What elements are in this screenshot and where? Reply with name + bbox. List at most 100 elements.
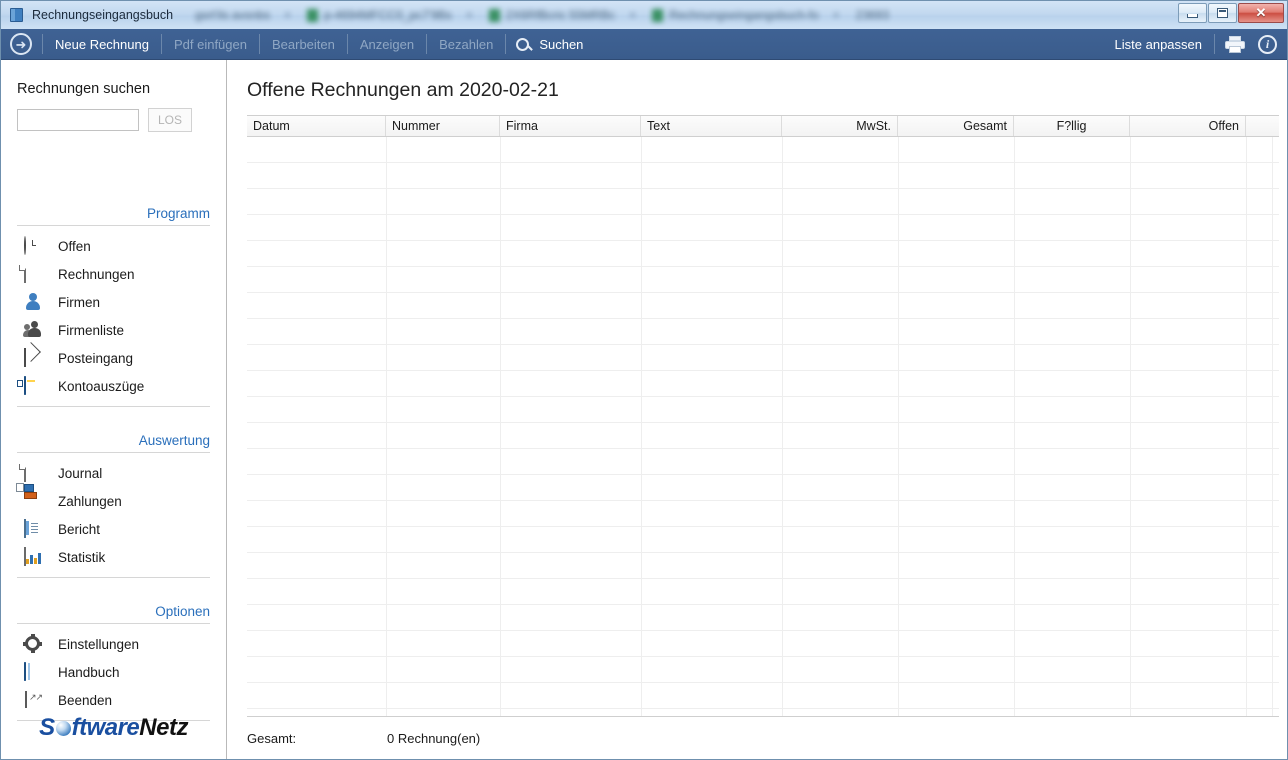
sidebar-item-offen[interactable]: Offen (17, 232, 210, 260)
window-controls: ✕ (1177, 3, 1284, 23)
column-header-mwst[interactable]: MwSt. (782, 116, 898, 136)
sidebar-item-label: Statistik (58, 549, 106, 565)
pdf-icon (488, 8, 500, 22)
minimize-button[interactable] (1178, 3, 1207, 23)
sidebar-item-label: Posteingang (58, 350, 134, 366)
sidebar-item-einstellungen[interactable]: Einstellungen (17, 630, 210, 658)
column-header-nummer[interactable]: Nummer (386, 116, 500, 136)
sidebar-item-journal[interactable]: Journal (17, 459, 210, 487)
footer-total-label: Gesamt: (247, 730, 297, 746)
sidebar-item-posteingang[interactable]: Posteingang (17, 344, 210, 372)
sidebar-item-beenden[interactable]: ↗↗ Beenden (17, 686, 210, 714)
sidebar-item-label: Offen (58, 238, 91, 254)
toolbar-search-button[interactable]: Suchen (516, 37, 585, 52)
document-icon (24, 264, 44, 283)
grid-header-row: Datum Nummer Firma Text MwSt. Gesamt F?l… (247, 115, 1279, 137)
envelope-icon (24, 348, 44, 367)
sidebar-item-firmen[interactable]: Firmen (17, 288, 210, 316)
sidebar: Rechnungen suchen LOS Programm Offen Rec… (1, 60, 227, 759)
sidebar-group-title: Optionen (155, 604, 210, 619)
toolbar-separator (42, 34, 43, 54)
divider (17, 577, 210, 578)
divider (17, 406, 210, 407)
sidebar-item-firmenliste[interactable]: Firmenliste (17, 316, 210, 344)
window-body: Rechnungen suchen LOS Programm Offen Rec… (1, 60, 1287, 759)
column-header-extra[interactable] (1246, 116, 1272, 136)
sidebar-item-label: Bericht (58, 521, 101, 537)
logo-sphere-icon (55, 720, 71, 736)
sidebar-group-title: Auswertung (138, 433, 210, 448)
restore-button[interactable] (1208, 3, 1237, 23)
toolbar-search-label: Suchen (539, 36, 584, 52)
invoice-grid: Datum Nummer Firma Text MwSt. Gesamt F?l… (247, 115, 1279, 716)
grid-footer: Gesamt: 0 Rechnung(en) (247, 717, 1279, 759)
application-window: Rechnungseingangsbuch gsrt'ils avsnbs × … (0, 0, 1288, 760)
sidebar-group-optionen: Optionen Einstellungen Handbuch ↗↗ Beend… (17, 604, 210, 721)
search-icon (516, 37, 530, 51)
column-header-datum[interactable]: Datum (247, 116, 386, 136)
bank-card-icon (17, 376, 44, 395)
chart-icon (24, 547, 44, 566)
document-icon (24, 463, 44, 482)
background-tab[interactable]: p-4694MFCC0_pc7'9Bs × (307, 8, 485, 22)
column-header-gesamt[interactable]: Gesamt (898, 116, 1014, 136)
printer-icon[interactable] (1225, 35, 1245, 53)
sidebar-item-label: Zahlungen (58, 493, 122, 509)
clock-icon (24, 236, 44, 255)
background-tab[interactable]: 23693 (856, 8, 889, 22)
sidebar-item-label: Kontoauszüge (58, 378, 145, 394)
report-icon (24, 519, 44, 538)
close-icon: ✕ (1255, 5, 1267, 20)
person-icon (24, 293, 44, 311)
pdf-icon (307, 8, 319, 22)
background-tab-label: p-4694MFCC0_pc7'9Bs (324, 8, 452, 22)
sidebar-search-row: LOS (17, 108, 210, 132)
title-bar: Rechnungseingangsbuch gsrt'ils avsnbs × … (1, 1, 1287, 29)
back-icon[interactable]: ➜ (10, 33, 32, 55)
toolbar-separator (160, 34, 162, 54)
background-tab-close-icon[interactable]: × (833, 8, 840, 22)
logo-part-3: Netz (139, 714, 188, 741)
background-tab[interactable]: gsrt'ils avsnbs × (195, 8, 303, 22)
sidebar-item-kontoauszuege[interactable]: Kontoauszüge (17, 372, 210, 400)
toolbar-edit-button[interactable]: Bearbeiten (270, 37, 337, 52)
exit-icon: ↗↗ (24, 691, 44, 709)
toolbar-separator (346, 34, 348, 54)
toolbar-new-invoice-button[interactable]: Neue Rechnung (53, 37, 151, 52)
grid-body[interactable] (247, 137, 1279, 716)
search-input[interactable] (17, 109, 139, 131)
sidebar-item-label: Handbuch (58, 664, 120, 680)
sidebar-item-rechnungen[interactable]: Rechnungen (17, 260, 210, 288)
search-submit-button[interactable]: LOS (148, 108, 192, 132)
toolbar-customize-list-button[interactable]: Liste anpassen (1113, 37, 1204, 52)
close-button[interactable]: ✕ (1238, 3, 1284, 23)
background-tab-close-icon[interactable]: × (629, 8, 636, 22)
toolbar-view-button[interactable]: Anzeigen (358, 37, 416, 52)
people-icon (23, 321, 44, 339)
background-tab[interactable]: Rechnungseingangsbuch-fo × (652, 8, 851, 22)
info-icon[interactable]: i (1258, 34, 1277, 54)
column-header-faellig[interactable]: F?llig (1014, 116, 1130, 136)
background-tab-label: 2X6RfBcric 55MRBc (505, 8, 616, 22)
background-tabs: gsrt'ils avsnbs × p-4694MFCC0_pc7'9Bs × … (195, 8, 1287, 22)
sidebar-item-handbuch[interactable]: Handbuch (17, 658, 210, 686)
main-toolbar: ➜ Neue Rechnung Pdf einfügen Bearbeiten … (1, 29, 1287, 60)
sidebar-item-statistik[interactable]: Statistik (17, 543, 210, 571)
brand-logo: S ftware Netz (1, 714, 226, 742)
column-header-offen[interactable]: Offen (1130, 116, 1246, 136)
toolbar-pay-button[interactable]: Bezahlen (437, 37, 495, 52)
sidebar-item-zahlungen[interactable]: Zahlungen (16, 483, 210, 515)
background-tab[interactable]: 2X6RfBcric 55MRBc × (488, 8, 648, 22)
sidebar-search-label: Rechnungen suchen (17, 81, 151, 97)
toolbar-insert-pdf-button[interactable]: Pdf einfügen (172, 37, 249, 52)
sidebar-item-bericht[interactable]: Bericht (17, 515, 210, 543)
footer-total-value: 0 Rechnung(en) (387, 730, 481, 746)
sidebar-group-title: Programm (146, 206, 210, 221)
background-tab-close-icon[interactable]: × (284, 8, 291, 22)
column-header-text[interactable]: Text (641, 116, 782, 136)
background-tab-close-icon[interactable]: × (466, 8, 473, 22)
sidebar-group-auswertung: Auswertung Journal Zahlungen Bericht Sta… (16, 433, 210, 578)
column-header-firma[interactable]: Firma (500, 116, 641, 136)
book-icon (24, 662, 44, 681)
